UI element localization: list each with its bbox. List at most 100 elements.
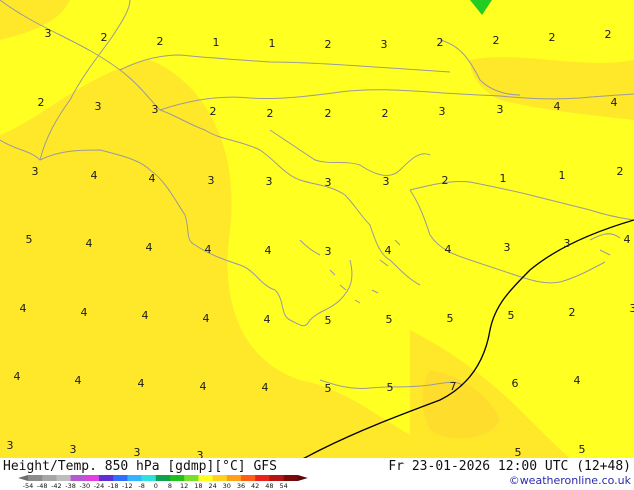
scale-label: -18 bbox=[108, 482, 119, 490]
scale-label: -42 bbox=[51, 482, 62, 490]
temperature-value: 2 bbox=[325, 38, 332, 51]
temperature-value: 2 bbox=[493, 34, 500, 47]
scale-swatch bbox=[255, 475, 270, 481]
temperature-value: 5 bbox=[325, 382, 332, 395]
temperature-value: 2 bbox=[267, 107, 274, 120]
temperature-value: 4 bbox=[445, 243, 452, 256]
temperature-value: 3 bbox=[70, 443, 77, 456]
scale-label: 8 bbox=[168, 482, 172, 490]
scale-swatch bbox=[99, 475, 114, 481]
temperature-value: 2 bbox=[442, 174, 449, 187]
temperature-value: 3 bbox=[152, 103, 159, 116]
temperature-value: 4 bbox=[91, 169, 98, 182]
temperature-value: 5 bbox=[325, 314, 332, 327]
temperature-value: 2 bbox=[101, 31, 108, 44]
temperature-value: 4 bbox=[385, 244, 392, 257]
scale-label: 48 bbox=[265, 482, 273, 490]
temperature-value: 4 bbox=[200, 380, 207, 393]
temperature-value: 1 bbox=[213, 36, 220, 49]
scale-swatch bbox=[113, 475, 128, 481]
temperature-value: 3 bbox=[32, 165, 39, 178]
scale-label: 24 bbox=[208, 482, 216, 490]
scale-label: 0 bbox=[154, 482, 158, 490]
temperature-value: 2 bbox=[382, 107, 389, 120]
temperature-value: 4 bbox=[611, 96, 618, 109]
temperature-value: 2 bbox=[549, 31, 556, 44]
temperature-value: 5 bbox=[447, 312, 454, 325]
temperature-value: 5 bbox=[386, 313, 393, 326]
temperature-value: 1 bbox=[269, 37, 276, 50]
temperature-value: 4 bbox=[20, 302, 27, 315]
temperature-value: 4 bbox=[574, 374, 581, 387]
temperature-value: 4 bbox=[138, 377, 145, 390]
scale-swatch bbox=[198, 475, 213, 481]
scale-label: -48 bbox=[37, 482, 48, 490]
temperature-value: 2 bbox=[210, 105, 217, 118]
temperature-value: 3 bbox=[45, 27, 52, 40]
scale-swatch bbox=[170, 475, 185, 481]
temperature-value: 4 bbox=[554, 100, 561, 113]
scale-swatch bbox=[42, 475, 57, 481]
scale-swatch bbox=[28, 475, 43, 481]
temperature-value: 5 bbox=[515, 446, 522, 459]
scale-swatch bbox=[141, 475, 157, 481]
temperature-value: 2 bbox=[157, 35, 164, 48]
scale-label: 54 bbox=[279, 482, 287, 490]
temperature-value: 2 bbox=[38, 96, 45, 109]
scale-label: 42 bbox=[251, 482, 259, 490]
temperature-value: 5 bbox=[26, 233, 33, 246]
temperature-value: 4 bbox=[146, 241, 153, 254]
scale-label: -38 bbox=[65, 482, 76, 490]
temperature-value: 4 bbox=[81, 306, 88, 319]
scale-swatch bbox=[184, 475, 199, 481]
temperature-value: 3 bbox=[266, 175, 273, 188]
temperature-value: 3 bbox=[383, 175, 390, 188]
temperature-value: 4 bbox=[205, 243, 212, 256]
scale-label: 36 bbox=[237, 482, 245, 490]
scale-swatch bbox=[127, 475, 142, 481]
temperature-value: 2 bbox=[605, 28, 612, 41]
temperature-value: 3 bbox=[630, 302, 634, 315]
credit-link[interactable]: ©weatheronline.co.uk bbox=[509, 474, 632, 487]
scale-label: -54 bbox=[23, 482, 34, 490]
temperature-value: 5 bbox=[387, 381, 394, 394]
scale-label: 30 bbox=[223, 482, 231, 490]
map-title: Height/Temp. 850 hPa [gdmp][°C] GFS bbox=[3, 459, 277, 474]
temperature-value: 3 bbox=[95, 100, 102, 113]
temperature-value: 3 bbox=[325, 245, 332, 258]
temperature-value: 5 bbox=[579, 443, 586, 456]
scale-swatch bbox=[269, 475, 284, 481]
temperature-value: 2 bbox=[437, 36, 444, 49]
temperature-value: 4 bbox=[265, 244, 272, 257]
temperature-value: 4 bbox=[142, 309, 149, 322]
scale-label: -30 bbox=[79, 482, 90, 490]
temperature-value: 4 bbox=[86, 237, 93, 250]
temperature-value: 3 bbox=[381, 38, 388, 51]
temperature-value: 6 bbox=[512, 377, 519, 390]
temperature-value: 4 bbox=[624, 233, 631, 246]
scale-swatch bbox=[84, 475, 100, 481]
temperature-value: 3 bbox=[564, 237, 571, 250]
scale-swatch bbox=[56, 475, 71, 481]
weather-map: 3 2 2 1 1 2 3 2 2 2 22 3 3 2 2 2 2 3 3 4 43 4 4 3 3 3 3 2 1 1 25 4 4 4 4 3 4… bbox=[0, 0, 634, 490]
temperature-value: 4 bbox=[149, 172, 156, 185]
temperature-value: 3 bbox=[7, 439, 14, 452]
scale-label: 18 bbox=[194, 482, 202, 490]
scale-label: 12 bbox=[180, 482, 188, 490]
temperature-value: 4 bbox=[264, 313, 271, 326]
temperature-value: 3 bbox=[208, 174, 215, 187]
temperature-value: 3 bbox=[325, 176, 332, 189]
temperature-value: 4 bbox=[203, 312, 210, 325]
temperature-value: 4 bbox=[14, 370, 21, 383]
scale-swatch bbox=[226, 475, 242, 481]
scale-swatch bbox=[241, 475, 256, 481]
temperature-value: 3 bbox=[439, 105, 446, 118]
scale-swatch bbox=[70, 475, 86, 481]
temperature-value: 2 bbox=[325, 107, 332, 120]
temperature-value: 4 bbox=[75, 374, 82, 387]
temperature-value: 2 bbox=[569, 306, 576, 319]
temperature-value: 3 bbox=[504, 241, 511, 254]
temperature-value: 1 bbox=[500, 172, 507, 185]
temperature-value: 7 bbox=[450, 380, 457, 393]
scale-label: -24 bbox=[94, 482, 105, 490]
